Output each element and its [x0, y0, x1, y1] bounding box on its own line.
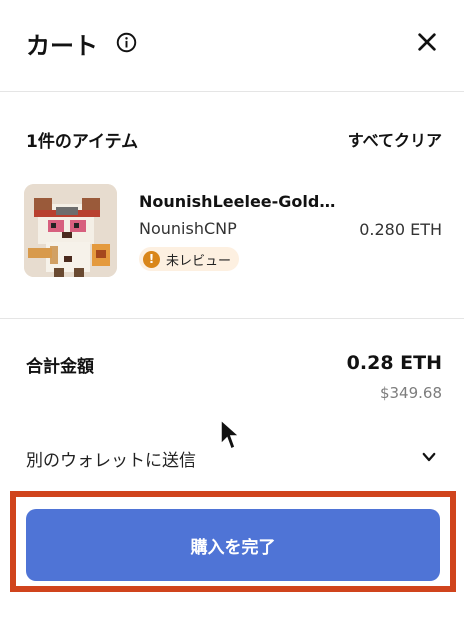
nft-thumbnail: [24, 184, 117, 277]
total-label: 合計金額: [26, 357, 94, 377]
items-header: 1件のアイテム すべてクリア: [26, 124, 442, 152]
page-title: カート: [26, 32, 98, 60]
cart-item[interactable]: NounishLeelee-Gold… NounishCNP 0.280 ETH…: [24, 184, 442, 278]
item-price: 0.280 ETH: [359, 220, 442, 239]
send-label: 別のウォレットに送信: [26, 451, 196, 471]
section-divider: [0, 318, 464, 319]
pixel-art-image: [24, 184, 117, 277]
mouse-cursor-icon: [220, 418, 241, 451]
item-collection: NounishCNP: [139, 219, 237, 238]
cart-header: カート: [0, 0, 464, 92]
status-badge: ! 未レビュー: [139, 247, 240, 271]
clear-all-button[interactable]: すべてクリア: [348, 127, 442, 151]
total-usd: $349.68: [379, 384, 442, 402]
badge-label: 未レビュー: [166, 253, 232, 269]
chevron-down-icon: [422, 452, 436, 462]
items-count: 1件のアイテム: [26, 132, 139, 152]
close-icon[interactable]: [416, 31, 438, 53]
info-icon[interactable]: [116, 32, 137, 53]
complete-purchase-button[interactable]: 購入を完了: [26, 509, 440, 581]
total-eth: 0.28 ETH: [346, 352, 442, 374]
warning-icon: !: [143, 250, 160, 268]
item-name[interactable]: NounishLeelee-Gold…: [139, 192, 339, 211]
